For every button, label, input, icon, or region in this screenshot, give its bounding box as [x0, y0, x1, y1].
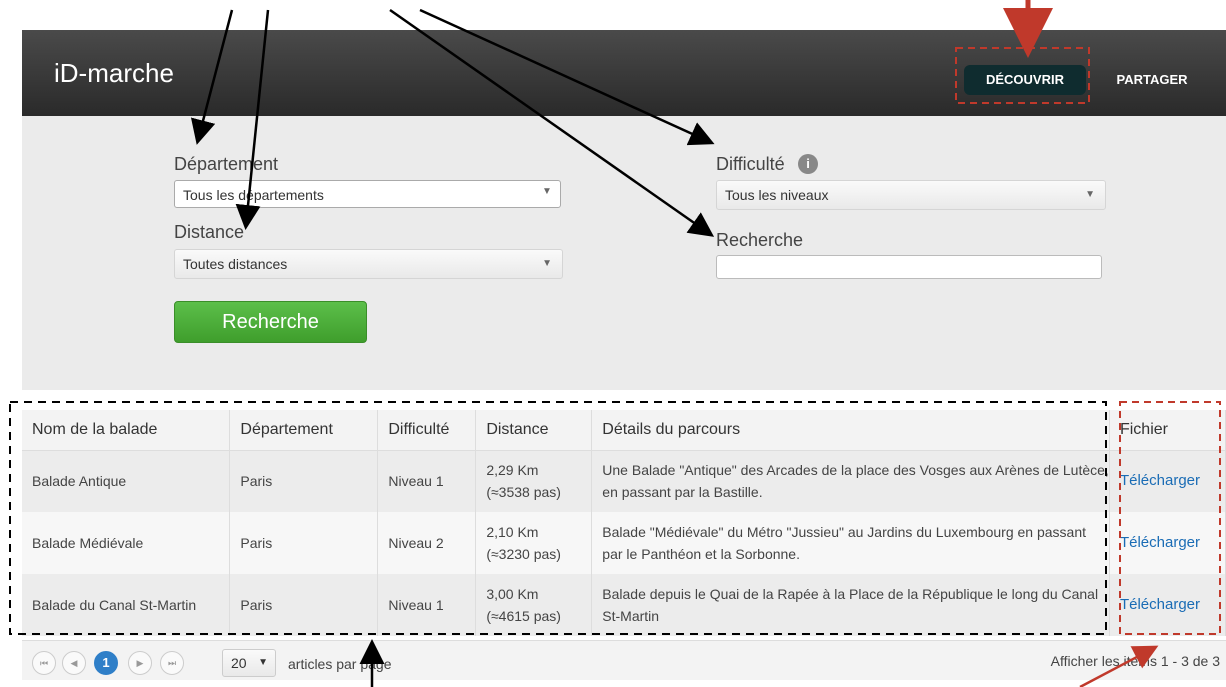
balades-table: Nom de la balade Département Difficulté … — [22, 410, 1226, 636]
info-icon[interactable]: i — [798, 154, 818, 174]
col-header-difficulte[interactable]: Difficulté — [377, 410, 477, 451]
chevron-down-icon: ▼ — [1085, 189, 1095, 200]
prev-page-icon[interactable]: ◀ — [62, 651, 86, 675]
distance-select[interactable]: Toutes distances ▼ — [174, 249, 563, 279]
distance-pas: (≈3538 pas) — [486, 484, 561, 501]
col-header-departement[interactable]: Département — [229, 410, 379, 451]
chevron-down-icon: ▼ — [258, 657, 268, 668]
search-button[interactable]: Recherche — [174, 301, 367, 343]
download-link[interactable]: Télécharger — [1109, 450, 1226, 512]
distance-label: Distance — [174, 222, 245, 242]
table-row: Balade du Canal St-Martin Paris Niveau 1… — [22, 574, 1226, 636]
difficulte-label: Difficulté — [716, 154, 785, 174]
distance-km: 2,29 Km — [486, 462, 539, 479]
next-page-icon[interactable]: ▶ — [128, 651, 152, 675]
cell-difficulte: Niveau 1 — [377, 574, 477, 636]
download-link[interactable]: Télécharger — [1109, 512, 1226, 574]
col-header-distance[interactable]: Distance — [475, 410, 593, 451]
distance-pas: (≈4615 pas) — [486, 608, 561, 624]
cell-distance: 2,29 Km (≈3538 pas) — [475, 450, 593, 512]
departement-label: Département — [174, 154, 279, 174]
items-info: Afficher les items 1 - 3 de 3 — [1050, 653, 1220, 669]
cell-departement: Paris — [229, 450, 379, 512]
last-page-icon[interactable]: ⏭ — [160, 651, 184, 675]
first-page-icon[interactable]: ⏮ — [32, 651, 56, 675]
cell-distance: 3,00 Km (≈4615 pas) — [475, 574, 593, 636]
departement-select[interactable]: Tous les départements — [174, 180, 561, 208]
cell-details: Balade "Médiévale" du Métro "Jussieu" au… — [591, 512, 1110, 574]
table-row: Balade Antique Paris Niveau 1 2,29 Km (≈3… — [22, 450, 1226, 512]
distance-km: 2,10 Km — [486, 524, 539, 540]
col-header-nom[interactable]: Nom de la balade — [22, 410, 231, 451]
departement-select-value: Tous les départements — [183, 187, 324, 203]
cell-nom: Balade Antique — [22, 450, 231, 512]
distance-select-value: Toutes distances — [183, 256, 288, 272]
cell-nom: Balade du Canal St-Martin — [22, 574, 231, 636]
distance-pas: (≈3230 pas) — [486, 546, 561, 562]
page-size-select[interactable]: 20 ▼ — [222, 649, 276, 677]
current-page-button[interactable]: 1 — [94, 651, 118, 675]
chevron-down-icon: ▼ — [542, 186, 552, 197]
table-header-row: Nom de la balade Département Difficulté … — [22, 410, 1226, 451]
filter-panel: Département Tous les départements ▼ Dist… — [22, 116, 1226, 390]
nav-partager-button[interactable]: PARTAGER — [1107, 65, 1197, 95]
recherche-input[interactable] — [716, 255, 1102, 279]
nav-decouvrir-button[interactable]: DÉCOUVRIR — [964, 65, 1086, 95]
cell-details: Balade depuis le Quai de la Rapée à la P… — [591, 574, 1110, 636]
pager: ⏮ ◀ 1 ▶ ⏭ 20 ▼ articles par page Affiche… — [22, 640, 1226, 680]
cell-distance: 2,10 Km (≈3230 pas) — [475, 512, 593, 574]
table-row: Balade Médiévale Paris Niveau 2 2,10 Km (… — [22, 512, 1226, 574]
recherche-label: Recherche — [716, 230, 804, 250]
page-size-label: articles par page — [288, 656, 392, 672]
difficulte-select-value: Tous les niveaux — [725, 187, 829, 203]
cell-difficulte: Niveau 1 — [377, 450, 477, 512]
cell-difficulte: Niveau 2 — [377, 512, 477, 574]
col-header-details[interactable]: Détails du parcours — [591, 410, 1110, 451]
distance-km: 3,00 Km — [486, 586, 539, 602]
cell-departement: Paris — [229, 574, 379, 636]
col-header-fichier[interactable]: Fichier — [1109, 410, 1226, 451]
cell-nom: Balade Médiévale — [22, 512, 231, 574]
app-header: iD-marche DÉCOUVRIR PARTAGER — [22, 30, 1226, 116]
page-size-value: 20 — [231, 655, 247, 671]
download-link[interactable]: Télécharger — [1109, 574, 1226, 636]
cell-details: Une Balade "Antique" des Arcades de la p… — [591, 450, 1110, 512]
cell-departement: Paris — [229, 512, 379, 574]
difficulte-select[interactable]: Tous les niveaux ▼ — [716, 180, 1106, 210]
brand-logo[interactable]: iD-marche — [54, 58, 174, 89]
chevron-down-icon: ▼ — [542, 258, 552, 269]
